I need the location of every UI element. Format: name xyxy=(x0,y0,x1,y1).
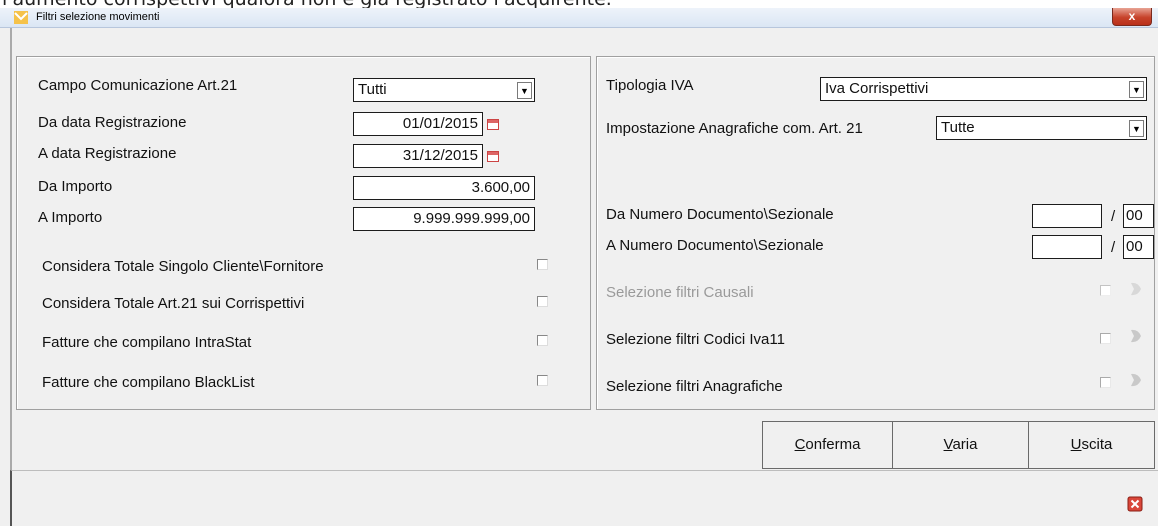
check-filtri-causali xyxy=(1100,285,1111,296)
filter-label-anagrafiche: Selezione filtri Anagrafiche xyxy=(606,378,783,395)
calendar-icon[interactable] xyxy=(487,119,499,130)
da-sezionale-input[interactable]: 00 xyxy=(1123,204,1154,228)
da-numero-separator: / xyxy=(1111,208,1116,225)
tipologia-iva-select[interactable]: Iva Corrispettivi ▼ xyxy=(820,77,1147,101)
da-numero-documento-input[interactable] xyxy=(1032,204,1102,228)
conferma-button[interactable]: Conferma xyxy=(762,421,893,469)
da-importo-input[interactable]: 3.600,00 xyxy=(353,176,535,200)
a-numero-documento-label: A Numero Documento\Sezionale xyxy=(606,237,824,254)
a-data-label: A data Registrazione xyxy=(38,145,177,162)
a-data-input[interactable]: 31/12/2015 xyxy=(353,144,483,168)
a-importo-label: A Importo xyxy=(38,209,103,226)
window-titlebar: Filtri selezione movimenti x xyxy=(0,8,1158,28)
window-title: Filtri selezione movimenti xyxy=(36,11,160,23)
check-filtri-anagrafiche[interactable] xyxy=(1100,377,1111,388)
check-label-intrastat: Fatture che compilano IntraStat xyxy=(42,334,252,351)
left-filter-panel xyxy=(16,56,591,410)
calendar-icon[interactable] xyxy=(487,151,499,162)
da-data-input[interactable]: 01/01/2015 xyxy=(353,112,483,136)
tipologia-iva-value: Iva Corrispettivi xyxy=(825,80,929,97)
right-filter-panel xyxy=(596,56,1155,410)
uscita-button[interactable]: Uscita xyxy=(1028,421,1155,469)
exit-icon[interactable] xyxy=(1127,496,1143,512)
a-importo-input[interactable]: 9.999.999.999,00 xyxy=(353,207,535,231)
a-sezionale-input[interactable]: 00 xyxy=(1123,235,1154,259)
conferma-label: onferma xyxy=(805,436,861,453)
impostazione-anagrafiche-label: Impostazione Anagrafiche com. Art. 21 xyxy=(606,120,863,137)
window-frame xyxy=(10,28,12,470)
status-bar xyxy=(10,470,1158,526)
conferma-accelerator: C xyxy=(794,436,806,453)
check-label-blacklist: Fatture che compilano BlackList xyxy=(42,374,255,391)
chevron-down-icon[interactable]: ▼ xyxy=(517,82,532,99)
a-numero-documento-input[interactable] xyxy=(1032,235,1102,259)
da-numero-documento-label: Da Numero Documento\Sezionale xyxy=(606,206,834,223)
chevron-down-icon[interactable]: ▼ xyxy=(1129,120,1144,137)
check-label-totale-cliente: Considera Totale Singolo Cliente\Fornito… xyxy=(42,258,324,275)
impostazione-anagrafiche-value: Tutte xyxy=(941,119,975,136)
campo-comunicazione-select[interactable]: Tutti ▼ xyxy=(353,78,535,102)
uscita-label: scita xyxy=(1081,436,1113,453)
campo-comunicazione-value: Tutti xyxy=(358,81,387,98)
varia-button[interactable]: Varia xyxy=(892,421,1029,469)
chevron-down-icon[interactable]: ▼ xyxy=(1129,81,1144,98)
check-label-totale-art21: Considera Totale Art.21 sui Corrispettiv… xyxy=(42,295,305,312)
impostazione-anagrafiche-select[interactable]: Tutte ▼ xyxy=(936,116,1147,140)
check-totale-art21[interactable] xyxy=(537,296,548,307)
check-filtri-codici-iva[interactable] xyxy=(1100,333,1111,344)
tipologia-iva-label: Tipologia IVA xyxy=(606,77,694,94)
check-intrastat[interactable] xyxy=(537,335,548,346)
filter-icon[interactable] xyxy=(1128,328,1144,344)
filter-icon xyxy=(1131,282,1141,296)
app-icon xyxy=(14,11,28,24)
varia-label: aria xyxy=(952,436,978,453)
close-button[interactable]: x xyxy=(1112,8,1152,26)
filter-icon[interactable] xyxy=(1128,372,1144,388)
check-blacklist[interactable] xyxy=(537,375,548,386)
check-totale-cliente[interactable] xyxy=(537,259,548,270)
filter-label-codici-iva: Selezione filtri Codici Iva11 xyxy=(606,331,785,348)
a-numero-separator: / xyxy=(1111,239,1116,256)
uscita-accelerator: U xyxy=(1070,436,1082,453)
da-importo-label: Da Importo xyxy=(38,178,113,195)
filter-label-causali: Selezione filtri Causali xyxy=(606,284,754,301)
da-data-label: Da data Registrazione xyxy=(38,114,187,131)
campo-comunicazione-label: Campo Comunicazione Art.21 xyxy=(38,77,238,94)
